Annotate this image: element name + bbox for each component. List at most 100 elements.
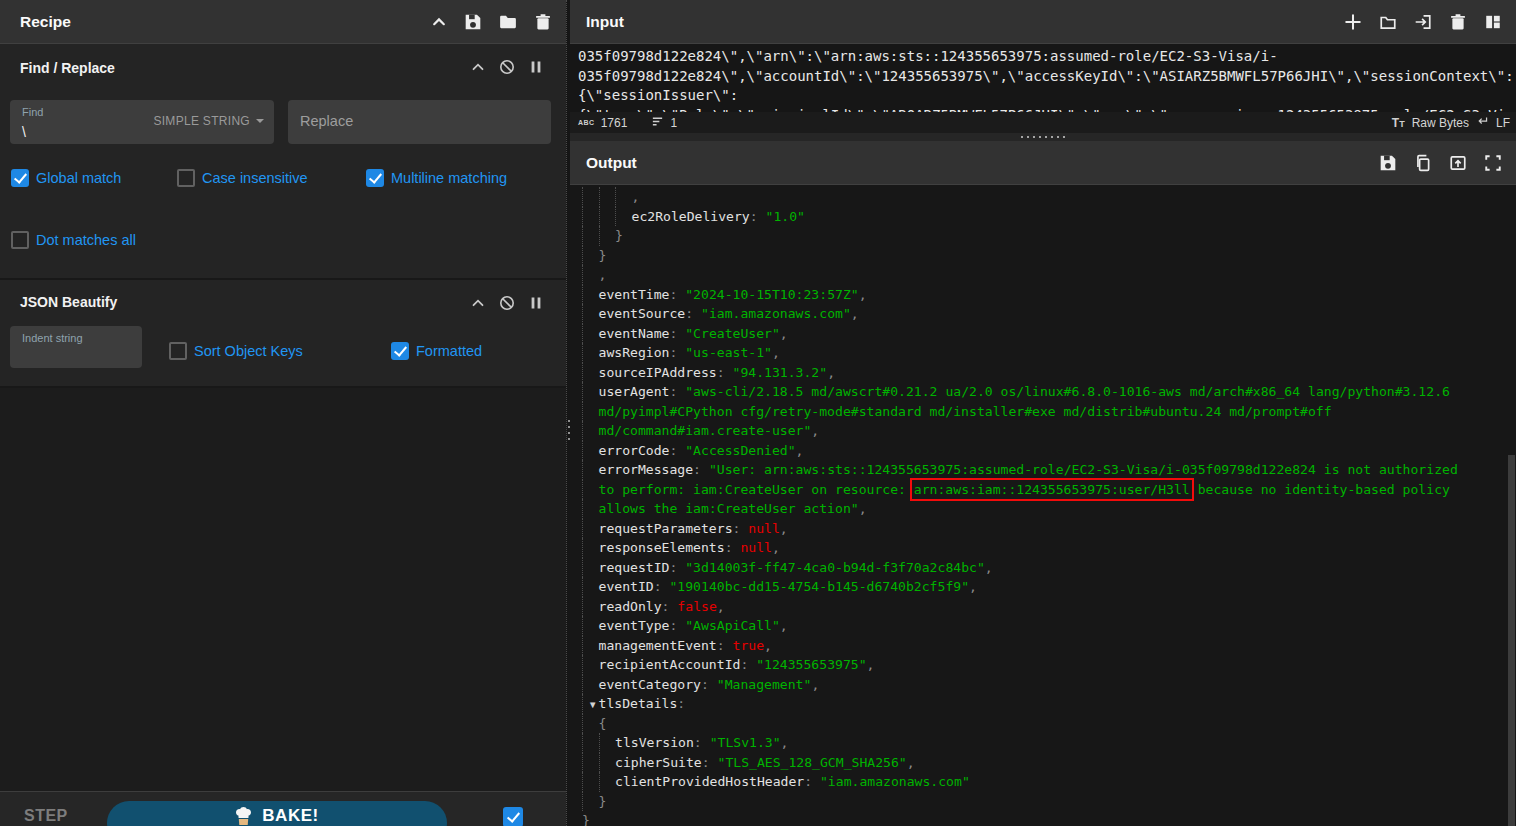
token: : — [677, 696, 685, 711]
token: , — [907, 755, 915, 770]
indent-guide — [582, 636, 599, 656]
indent-string-input[interactable]: Indent string — [10, 326, 142, 368]
disable-op-icon[interactable] — [499, 295, 515, 311]
token: "94.131.3.2" — [733, 365, 828, 380]
operation-json-beautify[interactable]: JSON Beautify Indent string Sort Object … — [0, 280, 566, 388]
open-file-as-input-icon[interactable] — [1414, 13, 1432, 31]
checkbox-multiline-matching[interactable]: Multiline matching — [366, 169, 507, 187]
open-output-in-tab-icon[interactable] — [1449, 154, 1467, 172]
indent-guide — [582, 265, 599, 285]
line-count-icon — [651, 115, 664, 131]
indent-guide — [582, 675, 599, 695]
token: eventType — [599, 618, 670, 633]
collapse-recipe-icon[interactable] — [431, 14, 447, 30]
checkbox-case-insensitive[interactable]: Case insensitive — [177, 169, 308, 187]
breakpoint-op-icon[interactable] — [528, 295, 544, 311]
step-button[interactable]: STEP — [24, 807, 68, 825]
annotation-highlight: arn:aws:iam::124355653975:user/H3ll — [914, 482, 1190, 497]
input-header: Input — [570, 0, 1516, 44]
clear-input-icon[interactable] — [1449, 13, 1467, 31]
output-line: eventName: "CreateUser", — [582, 324, 1516, 344]
io-panel: Input 035f09798d122e824\",\"arn\":\"arn:… — [570, 0, 1516, 826]
find-input[interactable]: Find \ SIMPLE STRING — [10, 100, 274, 144]
indent-guide — [582, 733, 599, 753]
token: , — [780, 618, 788, 633]
character-encoding[interactable]: Raw Bytes — [1412, 116, 1469, 130]
token: managementEvent — [599, 638, 717, 653]
open-folder-icon[interactable] — [1379, 13, 1397, 31]
token: , — [717, 599, 725, 614]
token: : — [669, 443, 685, 458]
output-title: Output — [586, 154, 637, 172]
disable-op-icon[interactable] — [499, 59, 515, 75]
checkbox-label: Case insensitive — [202, 170, 308, 186]
checkbox-dot-matches-all[interactable]: Dot matches all — [11, 231, 136, 249]
clear-recipe-icon[interactable] — [534, 13, 552, 31]
collapse-op-icon[interactable] — [470, 295, 486, 311]
find-type-dropdown[interactable]: SIMPLE STRING — [153, 114, 264, 128]
checkbox-global-match[interactable]: Global match — [11, 169, 121, 187]
token: "124355653975" — [756, 657, 866, 672]
token: userAgent — [599, 384, 670, 399]
checkbox-formatted[interactable]: Formatted — [391, 342, 482, 360]
output-scrollbar[interactable] — [1508, 455, 1515, 826]
checkbox-box[interactable] — [11, 169, 29, 187]
indent-guide — [582, 343, 599, 363]
indent-guide — [582, 187, 599, 207]
input-textarea[interactable]: 035f09798d122e824\",\"arn\":\"arn:aws:st… — [570, 44, 1516, 112]
output-line: md/pyimpl#CPython cfg/retry-mode#standar… — [582, 402, 1516, 422]
checkbox-box[interactable] — [11, 231, 29, 249]
bake-button[interactable]: BAKE! — [107, 801, 447, 826]
checkbox-sort-object-keys[interactable]: Sort Object Keys — [169, 342, 303, 360]
chevron-down-icon — [256, 119, 264, 123]
token: , — [796, 443, 804, 458]
collapse-op-icon[interactable] — [470, 59, 486, 75]
checkbox-box[interactable] — [366, 169, 384, 187]
token: , — [780, 326, 788, 341]
fold-arrow-icon[interactable]: ▼ — [588, 695, 597, 715]
add-input-icon[interactable] — [1344, 13, 1362, 31]
find-value: \ — [22, 124, 26, 140]
token: eventCategory — [599, 677, 701, 692]
panel-splitter-horizontal[interactable] — [570, 133, 1516, 141]
operation-title: JSON Beautify — [20, 294, 117, 310]
checkbox-label: Global match — [36, 170, 121, 186]
token: : — [669, 326, 685, 341]
indent-guide — [582, 792, 599, 812]
output-line: errorCode: "AccessDenied", — [582, 441, 1516, 461]
token: , — [764, 638, 772, 653]
token: : — [725, 540, 741, 555]
output-line: , — [582, 187, 1516, 207]
token: "AccessDenied" — [685, 443, 795, 458]
save-output-icon[interactable] — [1379, 154, 1397, 172]
output-line: md/command#iam.create-user", — [582, 421, 1516, 441]
load-recipe-icon[interactable] — [499, 13, 517, 31]
output-header: Output — [570, 141, 1516, 185]
token: , — [867, 657, 875, 672]
token: "iam.amazonaws.com" — [820, 774, 970, 789]
char-count: 1761 — [601, 116, 628, 130]
breakpoint-op-icon[interactable] — [528, 59, 544, 75]
indent-guide — [582, 324, 599, 344]
token: : — [654, 579, 670, 594]
token: null — [748, 521, 780, 536]
output-line: eventID: "190140bc-dd15-4754-b145-d6740b… — [582, 577, 1516, 597]
checkbox-box[interactable] — [391, 342, 409, 360]
token: "User: arn:aws:sts::124355653975:assumed… — [709, 462, 1458, 477]
eol-setting[interactable]: LF — [1496, 116, 1510, 130]
maximize-output-icon[interactable] — [1484, 154, 1502, 172]
checkbox-box[interactable] — [503, 807, 523, 826]
checkbox-box[interactable] — [169, 342, 187, 360]
character-encoding-icon[interactable]: TT — [1392, 116, 1405, 130]
auto-bake-checkbox[interactable] — [503, 807, 523, 826]
replace-input[interactable]: Replace — [288, 100, 551, 144]
copy-output-icon[interactable] — [1414, 154, 1432, 172]
input-tabs-icon[interactable] — [1484, 13, 1502, 31]
eol-icon[interactable] — [1476, 115, 1489, 131]
checkbox-box[interactable] — [177, 169, 195, 187]
token: "TLS_AES_128_GCM_SHA256" — [718, 755, 907, 770]
operation-find-replace[interactable]: Find / Replace Find \ SIMPLE STRING Repl… — [0, 44, 566, 280]
token: : — [669, 287, 685, 302]
recipe-title: Recipe — [20, 13, 71, 31]
save-recipe-icon[interactable] — [464, 13, 482, 31]
